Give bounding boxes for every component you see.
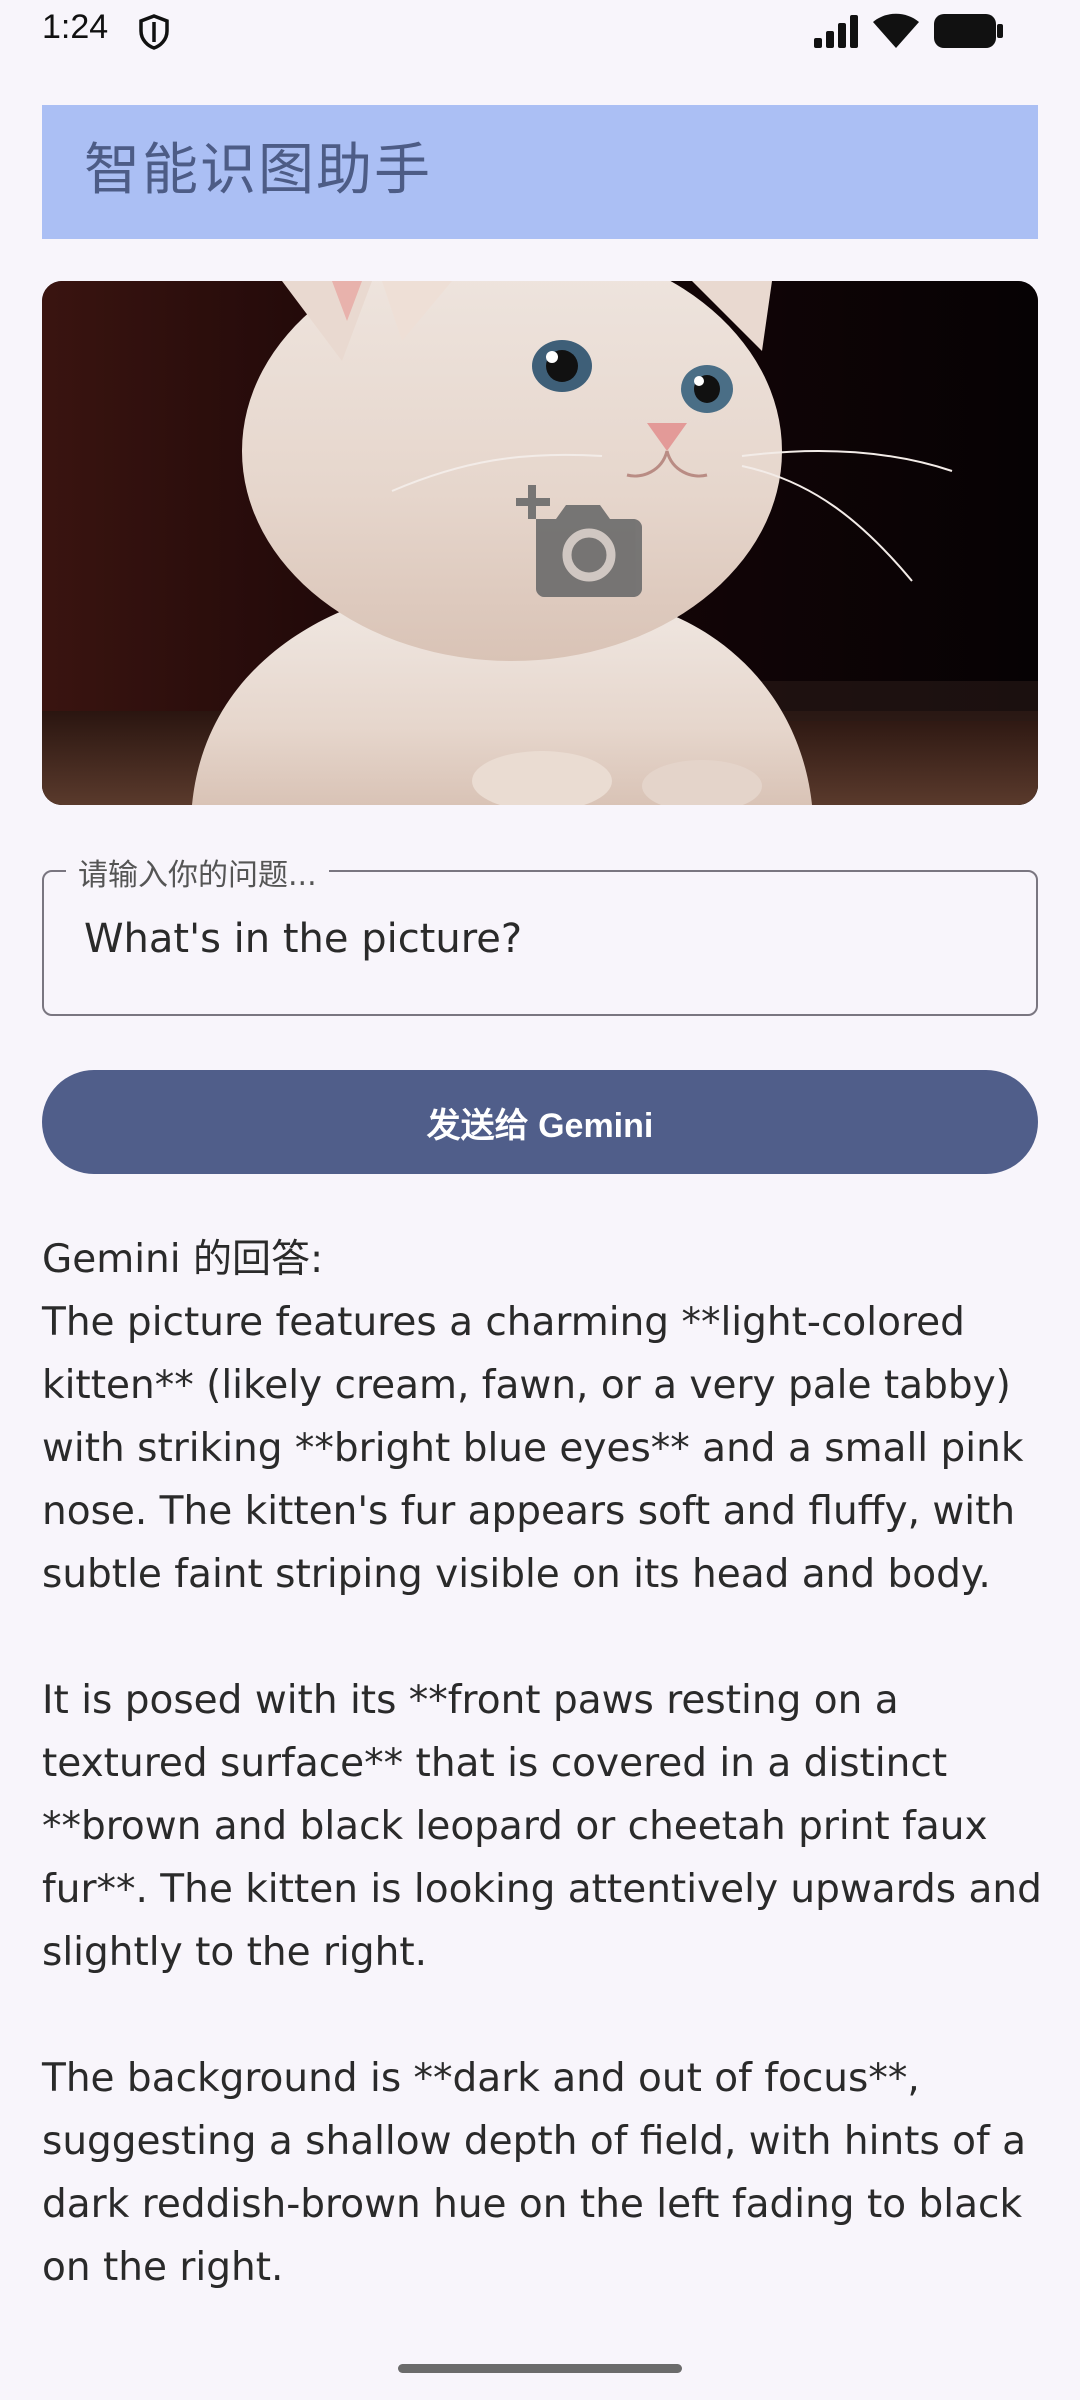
question-field[interactable]: 请输入你的问题... What's in the picture? — [42, 850, 1038, 1016]
app-header: 智能识图助手 — [42, 105, 1038, 239]
status-time: 1:24 — [42, 8, 109, 46]
status-bar: 1:24 — [0, 0, 1080, 62]
answer-paragraph: The picture features a charming **light-… — [42, 1300, 1024, 1597]
send-to-gemini-button[interactable]: 发送给 Gemini — [42, 1070, 1038, 1174]
app-title: 智能识图助手 — [84, 138, 432, 203]
answer-panel: Gemini 的回答: The picture features a charm… — [42, 1228, 1042, 2299]
question-field-label: 请输入你的问题... — [66, 850, 329, 894]
answer-heading: Gemini 的回答: — [42, 1237, 324, 1282]
gesture-nav-handle[interactable] — [398, 2364, 682, 2373]
question-input[interactable]: What's in the picture? — [84, 916, 522, 962]
image-picker[interactable] — [42, 281, 1038, 805]
shield-icon — [139, 14, 169, 50]
wifi-icon — [873, 13, 919, 48]
signal-icon — [814, 15, 858, 48]
answer-paragraph: It is posed with its **front paws restin… — [42, 1678, 1042, 1975]
add-photo-icon[interactable] — [516, 485, 642, 597]
battery-icon — [934, 14, 1003, 48]
answer-paragraph: The background is **dark and out of focu… — [42, 2056, 1027, 2290]
